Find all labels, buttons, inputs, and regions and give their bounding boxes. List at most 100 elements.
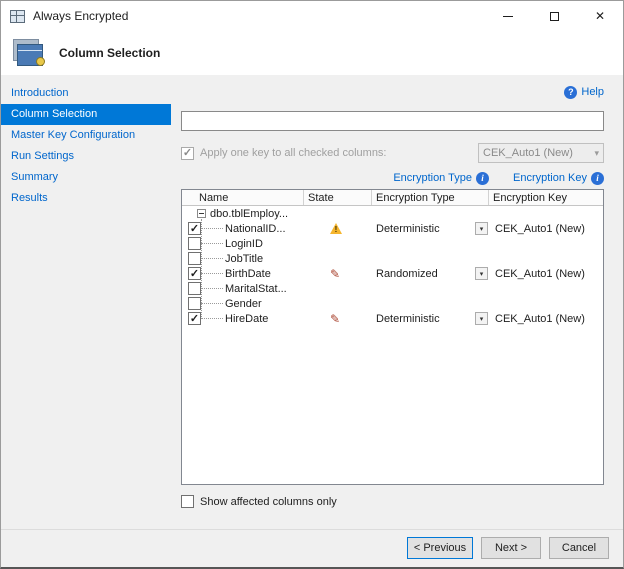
cek-dropdown-value: CEK_Auto1 (New) bbox=[483, 147, 573, 159]
show-affected-label: Show affected columns only bbox=[200, 496, 337, 508]
filter-input[interactable] bbox=[181, 111, 604, 131]
show-affected-checkbox[interactable] bbox=[181, 495, 194, 508]
tree-connector bbox=[201, 318, 223, 319]
encryption-key-cell[interactable] bbox=[489, 251, 603, 266]
encryption-key-cell[interactable]: CEK_Auto1 (New) bbox=[489, 311, 603, 326]
always-encrypted-dialog: Always Encrypted ✕ Column Selection Intr… bbox=[0, 0, 624, 569]
maximize-button[interactable] bbox=[531, 1, 577, 31]
grid-header: Name State Encryption Type Encryption Ke… bbox=[182, 190, 603, 206]
encryption-type-value: Deterministic bbox=[376, 313, 440, 325]
encryption-key-value: CEK_Auto1 (New) bbox=[495, 268, 585, 280]
edit-pencil-icon bbox=[330, 267, 340, 281]
header-encryption-key[interactable]: Encryption Key bbox=[489, 190, 603, 205]
minimize-icon bbox=[503, 16, 513, 17]
encryption-type-value: Deterministic bbox=[376, 223, 440, 235]
encryption-key-cell[interactable] bbox=[489, 296, 603, 311]
table-row[interactable]: JobTitle ▾ bbox=[182, 251, 603, 266]
sidebar-item-introduction[interactable]: Introduction bbox=[1, 83, 171, 104]
sidebar-item-column-selection[interactable]: Column Selection bbox=[1, 104, 171, 125]
table-group-row[interactable]: dbo.tblEmploy... bbox=[182, 206, 603, 221]
tree-connector bbox=[201, 228, 223, 229]
dropdown-arrow-icon[interactable]: ▾ bbox=[475, 222, 488, 235]
column-name: JobTitle bbox=[225, 253, 263, 265]
tree-connector bbox=[201, 258, 223, 259]
row-checkbox[interactable] bbox=[188, 282, 201, 295]
encryption-key-cell[interactable] bbox=[489, 281, 603, 296]
grid-body: dbo.tblEmploy... NationalID... Determini… bbox=[182, 206, 603, 484]
chevron-down-icon: ▾ bbox=[594, 148, 599, 159]
row-checkbox[interactable] bbox=[188, 222, 201, 235]
column-name: MaritalStat... bbox=[225, 283, 287, 295]
apply-one-key-checkbox[interactable] bbox=[181, 147, 194, 160]
close-button[interactable]: ✕ bbox=[577, 1, 623, 31]
tree-line bbox=[201, 219, 202, 319]
edit-pencil-icon bbox=[330, 312, 340, 326]
row-checkbox[interactable] bbox=[188, 252, 201, 265]
title-bar: Always Encrypted ✕ bbox=[1, 1, 623, 31]
tree-connector bbox=[201, 243, 223, 244]
encryption-type-value: Randomized bbox=[376, 268, 438, 280]
maximize-icon bbox=[550, 12, 559, 21]
encryption-key-link[interactable]: Encryption Key bbox=[513, 172, 587, 184]
encryption-type-cell[interactable]: ▾ bbox=[372, 236, 489, 251]
wizard-header: Column Selection bbox=[1, 31, 623, 75]
wizard-footer: < Previous Next > Cancel bbox=[1, 529, 623, 567]
encryption-type-cell[interactable]: ▾ bbox=[372, 281, 489, 296]
encryption-type-cell[interactable]: ▾ bbox=[372, 251, 489, 266]
main-panel: ? Help Apply one key to all checked colu… bbox=[171, 75, 623, 529]
tree-connector bbox=[201, 288, 223, 289]
encryption-type-cell[interactable]: Deterministic ▾ bbox=[372, 221, 489, 236]
table-group-label: dbo.tblEmploy... bbox=[210, 208, 288, 220]
sidebar-item-master-key-configuration[interactable]: Master Key Configuration bbox=[1, 125, 171, 146]
header-state[interactable]: State bbox=[304, 190, 372, 205]
cek-dropdown[interactable]: CEK_Auto1 (New) ▾ bbox=[478, 143, 604, 163]
encryption-type-link[interactable]: Encryption Type bbox=[393, 172, 472, 184]
table-row[interactable]: Gender ▾ bbox=[182, 296, 603, 311]
encryption-type-cell[interactable]: ▾ bbox=[372, 296, 489, 311]
close-icon: ✕ bbox=[595, 10, 605, 22]
column-name: Gender bbox=[225, 298, 262, 310]
table-row[interactable]: HireDate Deterministic ▾ CEK_Auto1 (New) bbox=[182, 311, 603, 326]
column-selection-icon bbox=[11, 38, 47, 68]
table-row[interactable]: BirthDate Randomized ▾ CEK_Auto1 (New) bbox=[182, 266, 603, 281]
next-button[interactable]: Next > bbox=[481, 537, 541, 559]
sidebar-item-results[interactable]: Results bbox=[1, 188, 171, 209]
dropdown-arrow-icon[interactable]: ▾ bbox=[475, 267, 488, 280]
help-link[interactable]: Help bbox=[581, 86, 604, 98]
encryption-key-cell[interactable] bbox=[489, 236, 603, 251]
cancel-button[interactable]: Cancel bbox=[549, 537, 609, 559]
wizard-steps-sidebar: Introduction Column Selection Master Key… bbox=[1, 75, 171, 529]
tree-collapse-icon[interactable] bbox=[197, 209, 206, 218]
encryption-key-value: CEK_Auto1 (New) bbox=[495, 313, 585, 325]
dropdown-arrow-icon[interactable]: ▾ bbox=[475, 312, 488, 325]
encryption-key-cell[interactable]: CEK_Auto1 (New) bbox=[489, 221, 603, 236]
sidebar-item-run-settings[interactable]: Run Settings bbox=[1, 146, 171, 167]
app-icon bbox=[10, 10, 25, 23]
column-name: LoginID bbox=[225, 238, 263, 250]
tree-connector bbox=[201, 273, 223, 274]
row-checkbox[interactable] bbox=[188, 297, 201, 310]
encryption-key-info-icon[interactable]: i bbox=[591, 172, 604, 185]
row-checkbox[interactable] bbox=[188, 312, 201, 325]
tree-connector bbox=[201, 303, 223, 304]
header-name[interactable]: Name bbox=[182, 190, 304, 205]
window-title: Always Encrypted bbox=[33, 9, 128, 23]
table-row[interactable]: LoginID ▾ bbox=[182, 236, 603, 251]
table-row[interactable]: NationalID... Deterministic ▾ CEK_Auto1 … bbox=[182, 221, 603, 236]
column-name: NationalID... bbox=[225, 223, 286, 235]
encryption-type-info-icon[interactable]: i bbox=[476, 172, 489, 185]
table-row[interactable]: MaritalStat... ▾ bbox=[182, 281, 603, 296]
column-name: HireDate bbox=[225, 313, 268, 325]
minimize-button[interactable] bbox=[485, 1, 531, 31]
row-checkbox[interactable] bbox=[188, 237, 201, 250]
previous-button[interactable]: < Previous bbox=[407, 537, 473, 559]
help-icon: ? bbox=[564, 86, 577, 99]
warning-icon bbox=[330, 223, 342, 234]
encryption-type-cell[interactable]: Deterministic ▾ bbox=[372, 311, 489, 326]
encryption-type-cell[interactable]: Randomized ▾ bbox=[372, 266, 489, 281]
header-encryption-type[interactable]: Encryption Type bbox=[372, 190, 489, 205]
row-checkbox[interactable] bbox=[188, 267, 201, 280]
column-name: BirthDate bbox=[225, 268, 271, 280]
sidebar-item-summary[interactable]: Summary bbox=[1, 167, 171, 188]
encryption-key-cell[interactable]: CEK_Auto1 (New) bbox=[489, 266, 603, 281]
